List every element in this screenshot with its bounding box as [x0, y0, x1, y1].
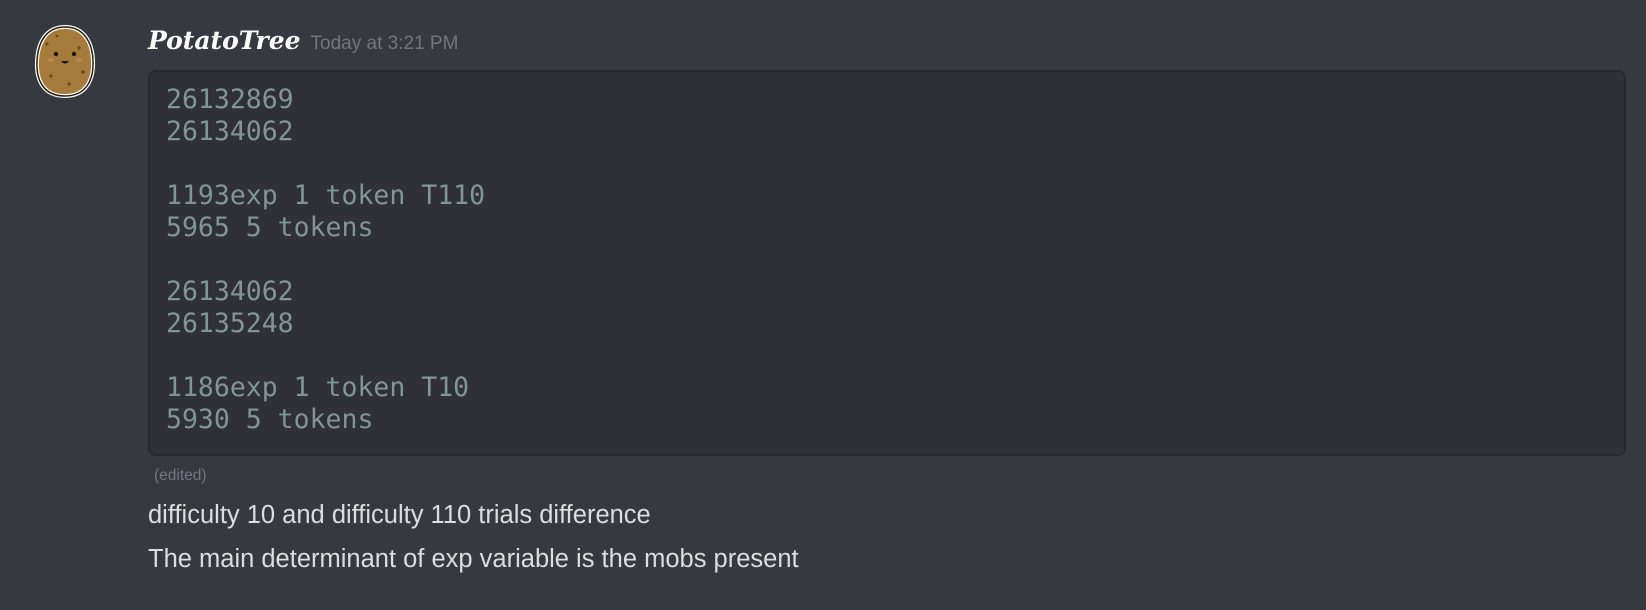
code-line: 26132869 — [166, 84, 294, 115]
message-text: The main determinant of exp variable is … — [148, 545, 799, 573]
code-line: 5930 5 tokens — [166, 404, 374, 435]
username[interactable]: PotatoTree — [148, 26, 301, 55]
edited-indicator: (edited) — [154, 467, 207, 484]
message-text: difficulty 10 and difficulty 110 trials … — [148, 501, 651, 529]
timestamp[interactable]: Today at 3:21 PM — [311, 33, 459, 55]
code-line: 1193exp 1 token T110 — [166, 180, 486, 211]
code-line: 26134062 — [166, 276, 294, 307]
code-line: 1186exp 1 token T10 — [166, 372, 470, 403]
code-line: 5965 5 tokens — [166, 212, 374, 243]
code-line: 26134062 — [166, 116, 294, 147]
code-block: 26132869 26134062 1193exp 1 token T110 5… — [148, 70, 1626, 456]
message-header: PotatoTree Today at 3:21 PM — [148, 26, 458, 58]
potato-icon — [34, 24, 96, 99]
code-line: 26135248 — [166, 308, 294, 339]
chat-message: PotatoTree Today at 3:21 PM 26132869 261… — [0, 0, 1646, 610]
avatar[interactable] — [33, 24, 97, 100]
